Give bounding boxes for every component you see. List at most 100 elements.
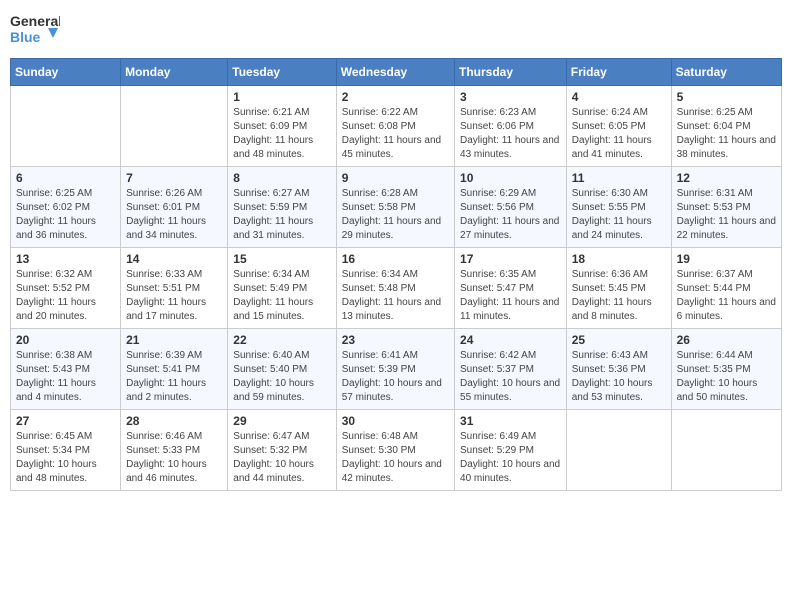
day-number: 26 — [677, 333, 776, 347]
day-info: Sunrise: 6:34 AM Sunset: 5:49 PM Dayligh… — [233, 268, 330, 324]
calendar-cell: 27Sunrise: 6:45 AM Sunset: 5:34 PM Dayli… — [11, 410, 121, 491]
svg-text:General: General — [10, 13, 60, 29]
calendar-cell: 25 Sunrise: 6:43 AM Sunset: 5:36 PM Dayli… — [566, 329, 671, 410]
day-number: 16 — [342, 252, 449, 266]
calendar-table: SundayMondayTuesdayWednesdayThursdayFrid… — [10, 58, 782, 491]
day-info: Sunrise: 6:43 AM Sunset: 5:36 PM Dayligh… — [572, 349, 666, 405]
day-number: 3 — [460, 90, 561, 104]
day-info: Sunrise: 6:47 AM Sunset: 5:32 PM Dayligh… — [233, 430, 330, 486]
calendar-cell: 17Sunrise: 6:35 AM Sunset: 5:47 PM Dayli… — [455, 248, 567, 329]
calendar-cell: 22 Sunrise: 6:40 AM Sunset: 5:40 PM Dayli… — [228, 329, 336, 410]
day-info: Sunrise: 6:42 AM Sunset: 5:37 PM Dayligh… — [460, 349, 561, 405]
day-info: Sunrise: 6:28 AM Sunset: 5:58 PM Dayligh… — [342, 187, 449, 243]
day-number: 8 — [233, 171, 330, 185]
day-info: Sunrise: 6:36 AM Sunset: 5:45 PM Dayligh… — [572, 268, 666, 324]
day-number: 14 — [126, 252, 222, 266]
day-info: Sunrise: 6:33 AM Sunset: 5:51 PM Dayligh… — [126, 268, 222, 324]
calendar-cell: 20 Sunrise: 6:38 AM Sunset: 5:43 PM Dayli… — [11, 329, 121, 410]
day-info: Sunrise: 6:39 AM Sunset: 5:41 PM Dayligh… — [126, 349, 222, 405]
day-info: Sunrise: 6:23 AM Sunset: 6:06 PM Dayligh… — [460, 106, 561, 162]
calendar-cell: 19Sunrise: 6:37 AM Sunset: 5:44 PM Dayli… — [671, 248, 781, 329]
calendar-cell: 2 Sunrise: 6:22 AM Sunset: 6:08 PM Daylig… — [336, 86, 454, 167]
svg-text:Blue: Blue — [10, 29, 41, 45]
day-number: 9 — [342, 171, 449, 185]
day-info: Sunrise: 6:25 AM Sunset: 6:02 PM Dayligh… — [16, 187, 115, 243]
calendar-cell: 30Sunrise: 6:48 AM Sunset: 5:30 PM Dayli… — [336, 410, 454, 491]
calendar-cell: 15Sunrise: 6:34 AM Sunset: 5:49 PM Dayli… — [228, 248, 336, 329]
week-row-2: 6Sunrise: 6:25 AM Sunset: 6:02 PM Daylig… — [11, 167, 782, 248]
day-number: 29 — [233, 414, 330, 428]
day-info: Sunrise: 6:29 AM Sunset: 5:56 PM Dayligh… — [460, 187, 561, 243]
day-info: Sunrise: 6:44 AM Sunset: 5:35 PM Dayligh… — [677, 349, 776, 405]
day-info: Sunrise: 6:21 AM Sunset: 6:09 PM Dayligh… — [233, 106, 330, 162]
day-number: 12 — [677, 171, 776, 185]
week-row-3: 13 Sunrise: 6:32 AM Sunset: 5:52 PM Dayli… — [11, 248, 782, 329]
day-number: 13 — [16, 252, 115, 266]
day-header-saturday: Saturday — [671, 59, 781, 86]
day-number: 31 — [460, 414, 561, 428]
day-header-wednesday: Wednesday — [336, 59, 454, 86]
day-info: Sunrise: 6:35 AM Sunset: 5:47 PM Dayligh… — [460, 268, 561, 324]
day-number: 22 — [233, 333, 330, 347]
calendar-cell — [671, 410, 781, 491]
calendar-cell: 3 Sunrise: 6:23 AM Sunset: 6:06 PM Daylig… — [455, 86, 567, 167]
day-number: 5 — [677, 90, 776, 104]
calendar-cell: 24 Sunrise: 6:42 AM Sunset: 5:37 PM Dayli… — [455, 329, 567, 410]
calendar-cell: 6Sunrise: 6:25 AM Sunset: 6:02 PM Daylig… — [11, 167, 121, 248]
week-row-1: 1 Sunrise: 6:21 AM Sunset: 6:09 PM Daylig… — [11, 86, 782, 167]
day-info: Sunrise: 6:41 AM Sunset: 5:39 PM Dayligh… — [342, 349, 449, 405]
day-info: Sunrise: 6:49 AM Sunset: 5:29 PM Dayligh… — [460, 430, 561, 486]
calendar-cell: 18Sunrise: 6:36 AM Sunset: 5:45 PM Dayli… — [566, 248, 671, 329]
logo-svg: GeneralBlue — [10, 10, 60, 50]
calendar-cell: 13 Sunrise: 6:32 AM Sunset: 5:52 PM Dayli… — [11, 248, 121, 329]
day-number: 24 — [460, 333, 561, 347]
day-header-friday: Friday — [566, 59, 671, 86]
calendar-cell: 23Sunrise: 6:41 AM Sunset: 5:39 PM Dayli… — [336, 329, 454, 410]
logo: GeneralBlue — [10, 10, 60, 50]
day-info: Sunrise: 6:22 AM Sunset: 6:08 PM Dayligh… — [342, 106, 449, 162]
day-info: Sunrise: 6:48 AM Sunset: 5:30 PM Dayligh… — [342, 430, 449, 486]
day-header-tuesday: Tuesday — [228, 59, 336, 86]
calendar-cell: 7 Sunrise: 6:26 AM Sunset: 6:01 PM Daylig… — [121, 167, 228, 248]
page-header: GeneralBlue — [10, 10, 782, 50]
day-number: 2 — [342, 90, 449, 104]
day-info: Sunrise: 6:30 AM Sunset: 5:55 PM Dayligh… — [572, 187, 666, 243]
calendar-cell: 11 Sunrise: 6:30 AM Sunset: 5:55 PM Dayli… — [566, 167, 671, 248]
day-number: 28 — [126, 414, 222, 428]
calendar-cell: 1 Sunrise: 6:21 AM Sunset: 6:09 PM Daylig… — [228, 86, 336, 167]
day-number: 27 — [16, 414, 115, 428]
calendar-cell: 12Sunrise: 6:31 AM Sunset: 5:53 PM Dayli… — [671, 167, 781, 248]
calendar-cell — [11, 86, 121, 167]
day-number: 20 — [16, 333, 115, 347]
day-number: 1 — [233, 90, 330, 104]
day-info: Sunrise: 6:24 AM Sunset: 6:05 PM Dayligh… — [572, 106, 666, 162]
day-number: 25 — [572, 333, 666, 347]
calendar-cell: 16Sunrise: 6:34 AM Sunset: 5:48 PM Dayli… — [336, 248, 454, 329]
day-number: 7 — [126, 171, 222, 185]
calendar-cell: 26 Sunrise: 6:44 AM Sunset: 5:35 PM Dayli… — [671, 329, 781, 410]
calendar-cell: 28 Sunrise: 6:46 AM Sunset: 5:33 PM Dayli… — [121, 410, 228, 491]
day-number: 21 — [126, 333, 222, 347]
calendar-cell — [121, 86, 228, 167]
day-info: Sunrise: 6:40 AM Sunset: 5:40 PM Dayligh… — [233, 349, 330, 405]
day-header-sunday: Sunday — [11, 59, 121, 86]
day-info: Sunrise: 6:32 AM Sunset: 5:52 PM Dayligh… — [16, 268, 115, 324]
calendar-cell: 10 Sunrise: 6:29 AM Sunset: 5:56 PM Dayli… — [455, 167, 567, 248]
day-number: 4 — [572, 90, 666, 104]
day-info: Sunrise: 6:46 AM Sunset: 5:33 PM Dayligh… — [126, 430, 222, 486]
calendar-cell: 21 Sunrise: 6:39 AM Sunset: 5:41 PM Dayli… — [121, 329, 228, 410]
calendar-cell: 5Sunrise: 6:25 AM Sunset: 6:04 PM Daylig… — [671, 86, 781, 167]
calendar-cell: 31 Sunrise: 6:49 AM Sunset: 5:29 PM Dayli… — [455, 410, 567, 491]
calendar-cell — [566, 410, 671, 491]
day-info: Sunrise: 6:27 AM Sunset: 5:59 PM Dayligh… — [233, 187, 330, 243]
day-info: Sunrise: 6:26 AM Sunset: 6:01 PM Dayligh… — [126, 187, 222, 243]
calendar-cell: 29 Sunrise: 6:47 AM Sunset: 5:32 PM Dayli… — [228, 410, 336, 491]
day-number: 11 — [572, 171, 666, 185]
week-row-4: 20 Sunrise: 6:38 AM Sunset: 5:43 PM Dayli… — [11, 329, 782, 410]
day-info: Sunrise: 6:38 AM Sunset: 5:43 PM Dayligh… — [16, 349, 115, 405]
calendar-cell: 8 Sunrise: 6:27 AM Sunset: 5:59 PM Daylig… — [228, 167, 336, 248]
day-info: Sunrise: 6:37 AM Sunset: 5:44 PM Dayligh… — [677, 268, 776, 324]
days-header-row: SundayMondayTuesdayWednesdayThursdayFrid… — [11, 59, 782, 86]
day-header-thursday: Thursday — [455, 59, 567, 86]
day-number: 10 — [460, 171, 561, 185]
